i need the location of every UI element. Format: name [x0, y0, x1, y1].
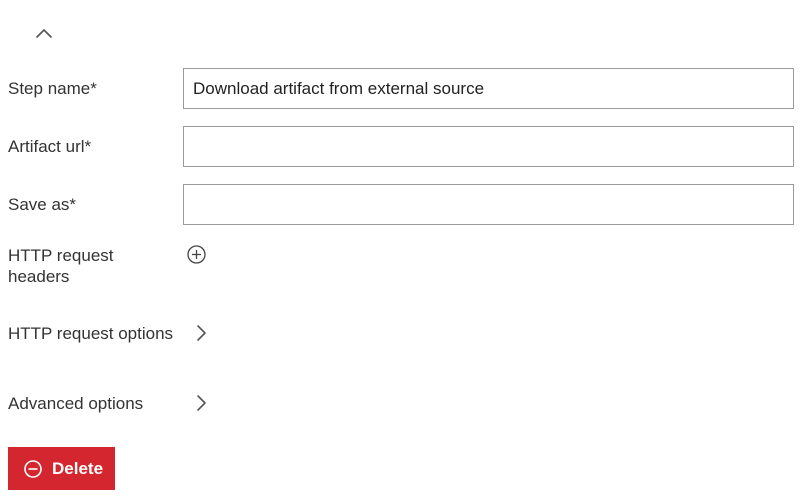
add-header-button[interactable] [186, 244, 207, 265]
save-as-label: Save as* [8, 195, 77, 214]
advanced-options-label[interactable]: Advanced options [8, 393, 143, 414]
artifact-url-label: Artifact url* [8, 137, 92, 156]
save-as-input[interactable] [183, 184, 794, 225]
plus-circle-icon [187, 245, 206, 264]
http-options-expand-button[interactable] [193, 322, 209, 344]
step-name-input[interactable] [183, 68, 794, 109]
http-headers-label: HTTP request headers [8, 246, 114, 286]
chevron-right-icon [197, 325, 206, 341]
delete-button-label: Delete [52, 458, 104, 478]
minus-circle-icon [24, 459, 42, 478]
step-name-label: Step name* [8, 79, 97, 98]
collapse-button[interactable] [30, 20, 58, 44]
artifact-url-input[interactable] [183, 126, 794, 167]
chevron-up-icon [36, 29, 52, 38]
http-options-label[interactable]: HTTP request options [8, 323, 173, 344]
delete-button[interactable]: Delete [8, 447, 115, 490]
chevron-right-icon [197, 395, 206, 411]
advanced-options-expand-button[interactable] [193, 392, 209, 414]
